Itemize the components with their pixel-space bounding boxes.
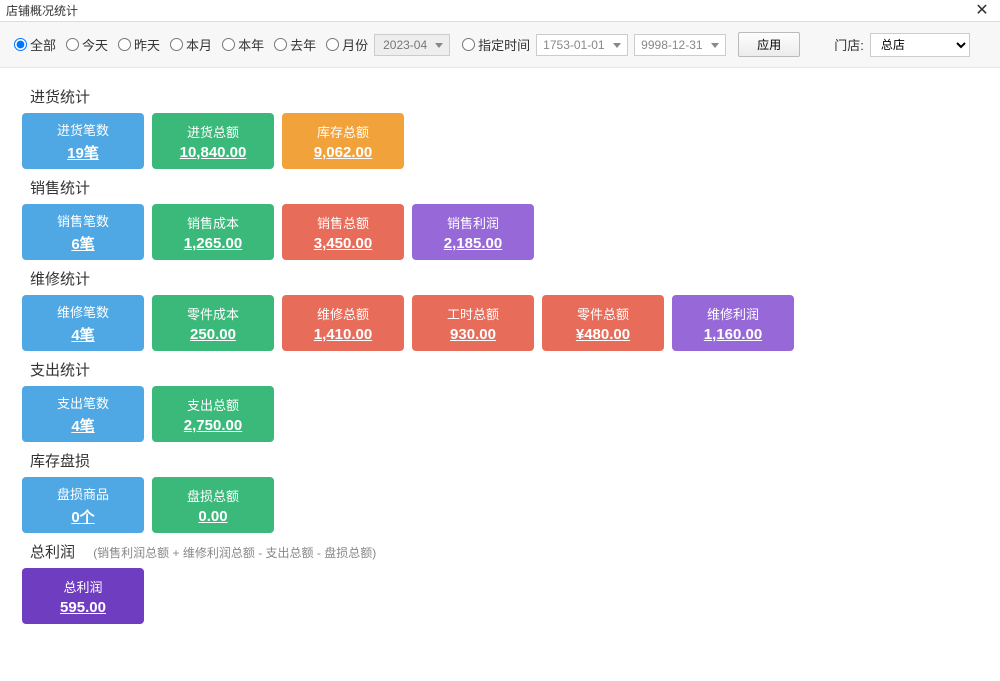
stat-card[interactable]: 销售笔数 6笔 — [22, 204, 144, 260]
section-title-loss: 库存盘损 — [30, 450, 978, 471]
time-radio-group: 全部 今天 昨天 本月 本年 去年 月份 — [14, 35, 368, 54]
stat-card[interactable]: 销售成本 1,265.00 — [152, 204, 274, 260]
content-area: 进货统计 进货笔数 19笔 进货总额 10,840.00 库存总额 9,062.00 销售… — [0, 68, 1000, 638]
radio-custom-time[interactable]: 指定时间 — [462, 35, 530, 54]
profit-formula: (销售利润总额 + 维修利润总额 - 支出总额 - 盘损总额) — [93, 546, 376, 560]
card-value: 4笔 — [71, 415, 94, 436]
card-label: 支出总额 — [187, 395, 239, 414]
card-label: 进货总额 — [187, 122, 239, 141]
title-bar: 店铺概况统计 ✕ — [0, 0, 1000, 22]
radio-yesterday[interactable]: 昨天 — [118, 35, 160, 54]
radio-month[interactable]: 月份 — [326, 35, 368, 54]
radio-this-month[interactable]: 本月 — [170, 35, 212, 54]
section-title-profit: 总利润 (销售利润总额 + 维修利润总额 - 支出总额 - 盘损总额) — [30, 541, 978, 562]
card-label: 进货笔数 — [57, 120, 109, 139]
card-value: 9,062.00 — [314, 144, 372, 161]
stat-card[interactable]: 总利润 595.00 — [22, 568, 144, 624]
card-label: 零件成本 — [187, 304, 239, 323]
month-select[interactable]: 2023-04 — [374, 34, 450, 56]
filter-bar: 全部 今天 昨天 本月 本年 去年 月份 2023-04 指定时间 1753-0… — [0, 22, 1000, 68]
purchase-cards: 进货笔数 19笔 进货总额 10,840.00 库存总额 9,062.00 — [22, 113, 978, 169]
card-value: ¥480.00 — [576, 326, 630, 343]
card-value: 1,410.00 — [314, 326, 372, 343]
card-label: 盘损总额 — [187, 486, 239, 505]
stat-card[interactable]: 销售总额 3,450.00 — [282, 204, 404, 260]
sales-cards: 销售笔数 6笔 销售成本 1,265.00 销售总额 3,450.00 销售利润 2,185.… — [22, 204, 978, 260]
card-value: 0个 — [71, 506, 94, 527]
radio-today[interactable]: 今天 — [66, 35, 108, 54]
window-title: 店铺概况统计 — [6, 2, 78, 19]
section-repair: 维修统计 维修笔数 4笔 零件成本 250.00 维修总额 1,410.00 工时总额 930… — [30, 268, 978, 351]
card-label: 维修总额 — [317, 304, 369, 323]
card-label: 盘损商品 — [57, 484, 109, 503]
stat-card[interactable]: 盘损总额 0.00 — [152, 477, 274, 533]
stat-card[interactable]: 盘损商品 0个 — [22, 477, 144, 533]
stat-card[interactable]: 维修总额 1,410.00 — [282, 295, 404, 351]
section-title-sales: 销售统计 — [30, 177, 978, 198]
stat-card[interactable]: 工时总额 930.00 — [412, 295, 534, 351]
card-label: 销售利润 — [447, 213, 499, 232]
card-value: 250.00 — [190, 326, 236, 343]
expense-cards: 支出笔数 4笔 支出总额 2,750.00 — [22, 386, 978, 442]
card-label: 总利润 — [63, 577, 102, 596]
card-label: 维修笔数 — [57, 302, 109, 321]
card-label: 工时总额 — [447, 304, 499, 323]
card-label: 销售笔数 — [57, 211, 109, 230]
section-title-purchase: 进货统计 — [30, 86, 978, 107]
card-value: 10,840.00 — [180, 144, 247, 161]
radio-last-year[interactable]: 去年 — [274, 35, 316, 54]
profit-cards: 总利润 595.00 — [22, 568, 978, 624]
radio-all[interactable]: 全部 — [14, 35, 56, 54]
card-value: 0.00 — [198, 508, 227, 525]
card-label: 支出笔数 — [57, 393, 109, 412]
stat-card[interactable]: 支出笔数 4笔 — [22, 386, 144, 442]
card-value: 3,450.00 — [314, 235, 372, 252]
stat-card[interactable]: 库存总额 9,062.00 — [282, 113, 404, 169]
section-loss: 库存盘损 盘损商品 0个 盘损总额 0.00 — [30, 450, 978, 533]
store-select[interactable]: 总店 — [870, 33, 970, 57]
card-label: 销售成本 — [187, 213, 239, 232]
loss-cards: 盘损商品 0个 盘损总额 0.00 — [22, 477, 978, 533]
stat-card[interactable]: 零件总额 ¥480.00 — [542, 295, 664, 351]
stat-card[interactable]: 维修笔数 4笔 — [22, 295, 144, 351]
stat-card[interactable]: 零件成本 250.00 — [152, 295, 274, 351]
card-value: 19笔 — [67, 142, 99, 163]
date-from-input[interactable]: 1753-01-01 — [536, 34, 628, 56]
date-to-input[interactable]: 9998-12-31 — [634, 34, 726, 56]
card-label: 零件总额 — [577, 304, 629, 323]
section-sales: 销售统计 销售笔数 6笔 销售成本 1,265.00 销售总额 3,450.00 销售利润 2… — [30, 177, 978, 260]
card-value: 6笔 — [71, 233, 94, 254]
section-profit: 总利润 (销售利润总额 + 维修利润总额 - 支出总额 - 盘损总额) 总利润 5… — [30, 541, 978, 624]
section-expense: 支出统计 支出笔数 4笔 支出总额 2,750.00 — [30, 359, 978, 442]
card-label: 维修利润 — [707, 304, 759, 323]
card-value: 1,265.00 — [184, 235, 242, 252]
section-purchase: 进货统计 进货笔数 19笔 进货总额 10,840.00 库存总额 9,062.00 — [30, 86, 978, 169]
card-label: 库存总额 — [317, 122, 369, 141]
radio-this-year[interactable]: 本年 — [222, 35, 264, 54]
section-title-expense: 支出统计 — [30, 359, 978, 380]
stat-card[interactable]: 维修利润 1,160.00 — [672, 295, 794, 351]
stat-card[interactable]: 销售利润 2,185.00 — [412, 204, 534, 260]
profit-title-text: 总利润 — [30, 544, 75, 561]
apply-button[interactable]: 应用 — [738, 32, 800, 57]
store-label: 门店: — [834, 35, 864, 54]
card-value: 930.00 — [450, 326, 496, 343]
card-value: 4笔 — [71, 324, 94, 345]
stat-card[interactable]: 进货笔数 19笔 — [22, 113, 144, 169]
close-icon[interactable]: ✕ — [970, 3, 994, 19]
stat-card[interactable]: 支出总额 2,750.00 — [152, 386, 274, 442]
card-value: 595.00 — [60, 599, 106, 616]
repair-cards: 维修笔数 4笔 零件成本 250.00 维修总额 1,410.00 工时总额 930.00 零件… — [22, 295, 978, 351]
card-value: 2,750.00 — [184, 417, 242, 434]
stat-card[interactable]: 进货总额 10,840.00 — [152, 113, 274, 169]
section-title-repair: 维修统计 — [30, 268, 978, 289]
card-label: 销售总额 — [317, 213, 369, 232]
card-value: 1,160.00 — [704, 326, 762, 343]
card-value: 2,185.00 — [444, 235, 502, 252]
